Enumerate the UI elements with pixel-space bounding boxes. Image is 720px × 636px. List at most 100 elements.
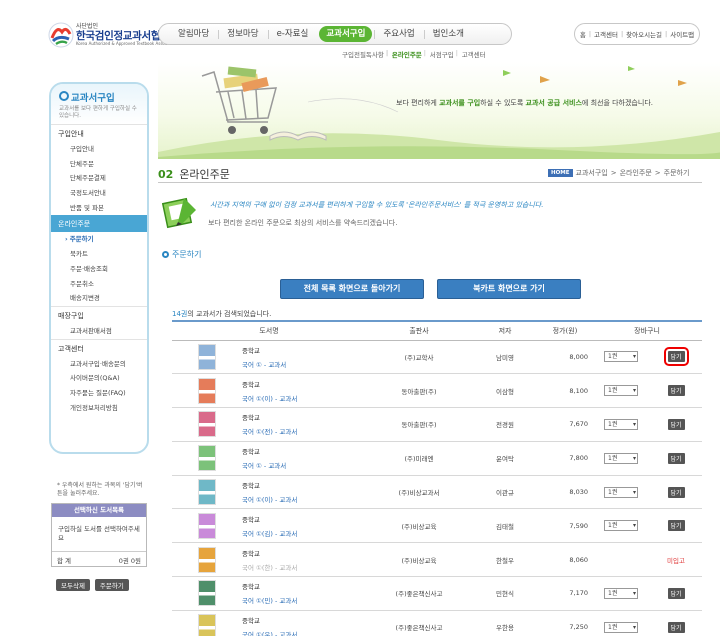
book-cover-thumbnail[interactable] bbox=[198, 512, 216, 539]
table-header-row: 도서명 출판사 저자 정가(원) 장바구니 bbox=[172, 320, 703, 341]
add-to-cart-button[interactable]: 담기 bbox=[667, 452, 685, 464]
add-to-cart-button[interactable]: 담기 bbox=[667, 418, 685, 430]
quantity-select[interactable]: 1권 bbox=[604, 486, 639, 498]
qty-cell: 1권 bbox=[592, 508, 651, 544]
add-to-cart-button[interactable]: 담기 bbox=[663, 347, 689, 367]
quantity-select[interactable]: 1권 bbox=[604, 587, 639, 599]
gnb-item-textbook-purchase[interactable]: 교과서구입 bbox=[319, 26, 373, 42]
add-to-cart-button[interactable]: 담기 bbox=[667, 621, 685, 633]
quantity-select[interactable]: 1권 bbox=[604, 621, 639, 633]
sidebar-item-change-address[interactable]: 배송지변경 bbox=[51, 291, 147, 306]
action-cell: 담기 bbox=[650, 373, 703, 409]
order-button[interactable]: 주문하기 bbox=[94, 579, 129, 591]
author-cell: 우한용 bbox=[472, 610, 539, 636]
back-to-list-button[interactable]: 전체 목록 화면으로 돌아가기 bbox=[280, 279, 424, 299]
book-cover-thumbnail[interactable] bbox=[198, 411, 216, 438]
book-title-link[interactable]: 국어 ①(한) - 교과서 bbox=[242, 562, 366, 572]
sidebar-item-qna[interactable]: 사이버문의(Q&A) bbox=[51, 371, 147, 386]
sidebar-item-order-cancel[interactable]: 주문취소 bbox=[51, 277, 147, 292]
book-title-link[interactable]: 국어 ① - 교과서 bbox=[242, 460, 366, 470]
book-cover-thumbnail[interactable] bbox=[198, 479, 216, 506]
book-level: 중학교 bbox=[242, 448, 260, 457]
quantity-select[interactable]: 1권 bbox=[604, 520, 639, 532]
sidebar-section-customer-center[interactable]: 고객센터 bbox=[51, 338, 147, 357]
delete-all-button[interactable]: 모두삭제 bbox=[56, 579, 90, 591]
selected-books-total: 합 계 0권 0원 bbox=[52, 551, 146, 568]
sidebar-item-group-order[interactable]: 단체주문 bbox=[51, 157, 147, 172]
sidebar-item-delivery-inquiry[interactable]: 교과서구입·배송문의 bbox=[51, 357, 147, 372]
status-cell: 미입고 bbox=[650, 542, 703, 578]
book-title-link[interactable]: 국어 ①(우) - 교과서 bbox=[242, 629, 366, 636]
publisher-cell: (주)교학사 bbox=[366, 340, 473, 375]
book-title-link[interactable]: 국어 ①(민) - 교과서 bbox=[242, 595, 366, 605]
thumb-cell bbox=[172, 340, 242, 375]
total-label: 합 계 bbox=[57, 557, 72, 565]
sidebar-item-purchase-guide[interactable]: 구입안내 bbox=[51, 142, 147, 157]
book-cover-thumbnail[interactable] bbox=[198, 614, 216, 636]
add-to-cart-button[interactable]: 담기 bbox=[667, 486, 685, 498]
book-title-link[interactable]: 국어 ①(김) - 교과서 bbox=[242, 528, 366, 538]
quantity-select[interactable]: 1권 bbox=[604, 385, 639, 397]
gnb-item-about[interactable]: 법인소개 bbox=[423, 26, 473, 42]
price-cell: 7,670 bbox=[538, 407, 593, 442]
book-title-link[interactable]: 국어 ①(이) - 교과서 bbox=[242, 393, 366, 403]
sidebar-item-faq[interactable]: 자주묻는 질문(FAQ) bbox=[51, 386, 147, 401]
sidebar-item-bookcart[interactable]: 북카트 bbox=[51, 247, 147, 262]
breadcrumb-item[interactable]: 온라인주문 bbox=[620, 168, 652, 178]
subnav-item-required-reading[interactable]: 구입전필독사항 bbox=[338, 49, 388, 59]
sidebar-item-bookstores[interactable]: 교과서판매서점 bbox=[51, 324, 147, 339]
util-sitemap-link[interactable]: 사이트맵 bbox=[670, 29, 694, 39]
sidebar-item-place-order[interactable]: 주문하기 bbox=[51, 232, 147, 247]
book-cover-thumbnail[interactable] bbox=[198, 580, 216, 607]
book-cover-thumbnail[interactable] bbox=[198, 377, 216, 404]
breadcrumb-current: 주문하기 bbox=[663, 169, 690, 177]
add-to-cart-button[interactable]: 담기 bbox=[667, 587, 685, 599]
sidebar-item-returns[interactable]: 반품 및 파본 bbox=[51, 201, 147, 216]
book-cover-thumbnail[interactable] bbox=[198, 343, 216, 370]
sidebar-item-national-books[interactable]: 국정도서안내 bbox=[51, 186, 147, 201]
sidebar-item-order-tracking[interactable]: 주문·배송조회 bbox=[51, 262, 147, 277]
sidebar-section-purchase-guide[interactable]: 구입안내 bbox=[51, 124, 147, 142]
book-cover-thumbnail[interactable] bbox=[198, 546, 216, 573]
subnav-item-customer-center[interactable]: 고객센터 bbox=[456, 49, 490, 59]
intro-text-primary: 시간과 지역의 구애 없이 검정 교과서를 편리하게 구입할 수 있도록 '온라… bbox=[210, 201, 544, 209]
go-to-bookcart-button[interactable]: 북카트 화면으로 가기 bbox=[437, 279, 581, 299]
subnav-item-online-order[interactable]: 온라인주문 bbox=[386, 49, 426, 59]
price-cell: 7,250 bbox=[538, 610, 593, 636]
action-cell: 담기 bbox=[650, 340, 703, 375]
breadcrumb-home[interactable]: HOME bbox=[548, 169, 573, 177]
order-illustration-icon bbox=[162, 197, 196, 229]
book-title-link[interactable]: 국어 ① - 교과서 bbox=[242, 359, 366, 369]
sidebar-section-store-purchase[interactable]: 매장구입 bbox=[51, 305, 147, 324]
sub-navigation: 구입전필독사항 온라인주문 서점구입 고객센터 bbox=[338, 47, 490, 61]
book-cover-thumbnail[interactable] bbox=[198, 445, 216, 472]
sidebar-item-privacy[interactable]: 개인정보처리방침 bbox=[51, 401, 147, 416]
table-row: 중학교 국어 ①(전) - 교과서 동아출판(주) 전경원 7,670 1권 담… bbox=[172, 407, 703, 442]
gnb-item-business[interactable]: 주요사업 bbox=[374, 26, 423, 42]
sidebar-section-online-order[interactable]: 온라인주문 bbox=[51, 215, 147, 233]
add-to-cart-button[interactable]: 담기 bbox=[667, 385, 685, 397]
sidebar-item-group-order-payment[interactable]: 단체주문결제 bbox=[51, 171, 147, 186]
add-to-cart-button[interactable]: 담기 bbox=[667, 520, 685, 532]
quantity-select[interactable]: 1권 bbox=[604, 418, 639, 430]
gnb-item-e-library[interactable]: e-자료실 bbox=[267, 26, 318, 42]
action-cell: 담기 bbox=[650, 407, 703, 442]
site-logo[interactable]: 사단법인 한국검인정교과서협회 Korea Authorized & Appro… bbox=[48, 20, 178, 52]
publisher-cell: (주)비상교육 bbox=[366, 508, 473, 544]
quantity-select[interactable]: 1권 bbox=[604, 351, 639, 363]
action-cell: 담기 bbox=[650, 441, 703, 476]
util-directions-link[interactable]: 찾아오시는길 bbox=[626, 29, 662, 39]
util-customer-center-link[interactable]: 고객센터 bbox=[594, 29, 618, 39]
book-title-link[interactable]: 국어 ①(이) - 교과서 bbox=[242, 494, 366, 504]
book-title-link[interactable]: 국어 ①(전) - 교과서 bbox=[242, 426, 366, 436]
quantity-select[interactable]: 1권 bbox=[604, 452, 639, 464]
subnav-item-bookstore[interactable]: 서점구입 bbox=[424, 49, 458, 59]
breadcrumb-item[interactable]: 교과서구입 bbox=[576, 168, 608, 178]
book-level: 중학교 bbox=[242, 583, 260, 592]
selected-books-panel: 선택하신 도서목록 구입하실 도서를 선택하여주세요 합 계 0권 0원 bbox=[51, 503, 147, 567]
util-home-link[interactable]: 홈 bbox=[580, 29, 586, 39]
gnb-item-notice[interactable]: 알림마당 bbox=[169, 26, 218, 42]
gnb-item-info[interactable]: 정보마당 bbox=[218, 26, 267, 42]
title-cell: 중학교 국어 ① - 교과서 bbox=[242, 340, 367, 375]
title-cell: 중학교 국어 ①(김) - 교과서 bbox=[242, 508, 367, 544]
